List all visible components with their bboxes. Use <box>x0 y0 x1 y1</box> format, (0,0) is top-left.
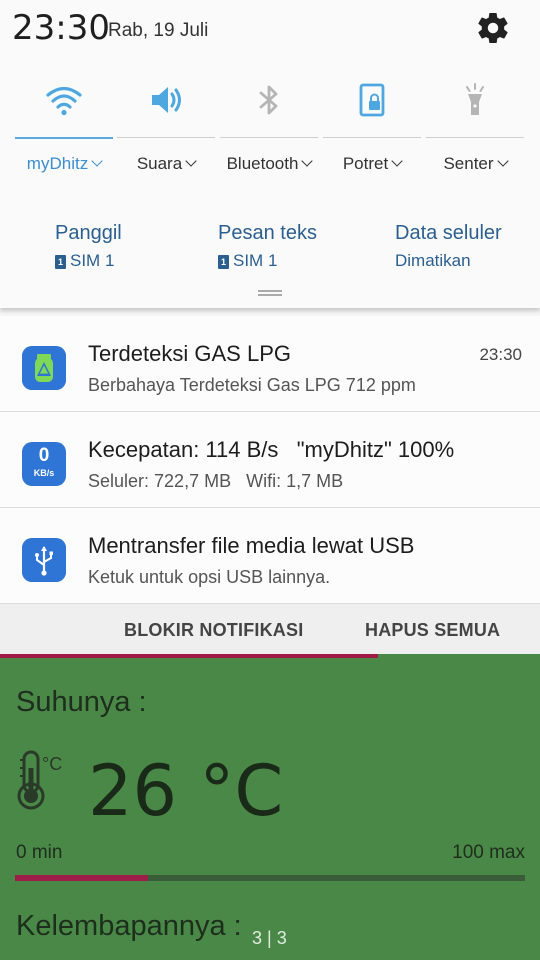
tile-wifi[interactable]: myDhitz <box>15 72 113 190</box>
notification-title: Terdeteksi GAS LPG <box>88 341 291 366</box>
sms-label: Pesan teks <box>218 222 317 244</box>
block-notifications-button[interactable]: BLOKIR NOTIFIKASI <box>124 620 303 641</box>
status-row: 23:30 Rab, 19 Juli <box>0 0 540 58</box>
notification-text: Berbahaya Terdeteksi Gas LPG 712 ppm <box>88 375 416 395</box>
sim-icon: 1 <box>55 255 66 269</box>
tile-sound-label: Suara <box>113 154 219 174</box>
mobile-data-label: Data seluler <box>395 222 502 244</box>
thermometer-icon: °C <box>17 750 62 810</box>
clear-all-button[interactable]: HAPUS SEMUA <box>365 620 500 641</box>
humidity-label: Kelembapannya : <box>16 910 242 942</box>
clock: 23:30 <box>12 8 110 48</box>
tile-bluetooth[interactable]: Bluetooth <box>220 72 318 190</box>
notification-actions: BLOKIR NOTIFIKASI HAPUS SEMUA <box>0 604 540 654</box>
bluetooth-icon <box>259 85 278 115</box>
call-label: Panggil <box>55 222 122 244</box>
sms-button[interactable]: Pesan teks 1 SIM 1 <box>218 222 317 271</box>
sim-icon: 1 <box>218 255 229 269</box>
notification-usb[interactable]: Mentransfer file media lewat USB Ketuk u… <box>0 508 540 604</box>
notification-time: 23:30 <box>479 345 522 364</box>
temperature-bar <box>15 875 525 881</box>
temperature-bar-fill <box>15 875 148 881</box>
min-label: 0 min <box>16 842 63 863</box>
page-indicator: 3 | 3 <box>252 928 287 948</box>
tile-flashlight-label: Senter <box>422 154 528 174</box>
svg-text:°C: °C <box>42 754 62 774</box>
top-progress-bar <box>0 654 378 658</box>
tile-flashlight[interactable]: Senter <box>426 72 524 190</box>
sms-sim: SIM 1 <box>233 251 278 270</box>
sensor-app: Suhunya : °C 26 °C 0 min 100 max Kelemba… <box>0 654 540 960</box>
call-sim: SIM 1 <box>70 251 115 270</box>
date[interactable]: Rab, 19 Juli <box>108 20 208 42</box>
gear-icon[interactable] <box>475 10 511 46</box>
notification-text: Seluler: 722,7 MB Wifi: 1,7 MB <box>88 471 344 491</box>
call-button[interactable]: Panggil 1 SIM 1 <box>55 222 122 271</box>
notification-gas[interactable]: Terdeteksi GAS LPG Berbahaya Terdeteksi … <box>0 316 540 412</box>
temperature-label: Suhunya : <box>16 686 147 718</box>
sim-actions: Panggil 1 SIM 1 Pesan teks 1 SIM 1 Data se… <box>0 222 540 282</box>
flashlight-icon <box>466 83 484 115</box>
mobile-data-status: Dimatikan <box>395 251 471 270</box>
notification-text: Ketuk untuk opsi USB lainnya. <box>88 567 331 587</box>
wifi-icon <box>46 86 82 116</box>
tile-bluetooth-label: Bluetooth <box>216 154 322 174</box>
rotation-lock-icon <box>359 83 385 117</box>
temperature-value: 26 °C <box>88 750 284 832</box>
quick-panel: 23:30 Rab, 19 Juli myDhitz Suara Bluetoo… <box>0 0 540 308</box>
tile-sound[interactable]: Suara <box>117 72 215 190</box>
network-speed-icon: 0 KB/s <box>22 442 66 486</box>
notification-title: Kecepatan: 114 B/s "myDhitz" 100% <box>88 437 455 462</box>
usb-icon <box>22 538 66 582</box>
quick-settings-row: myDhitz Suara Bluetooth Potret Senter <box>0 72 540 192</box>
tile-wifi-label: myDhitz <box>11 154 117 174</box>
mobile-data-button[interactable]: Data seluler Dimatikan <box>395 222 502 271</box>
volume-icon <box>152 87 181 113</box>
gas-alert-icon <box>22 346 66 390</box>
max-label: 100 max <box>452 842 525 863</box>
notification-title: Mentransfer file media lewat USB <box>88 533 415 558</box>
tile-rotation-label: Potret <box>319 154 425 174</box>
notification-network-speed[interactable]: 0 KB/s Kecepatan: 114 B/s "myDhitz" 100%… <box>0 412 540 508</box>
drag-handle-icon[interactable] <box>258 290 282 296</box>
tile-rotation[interactable]: Potret <box>323 72 421 190</box>
